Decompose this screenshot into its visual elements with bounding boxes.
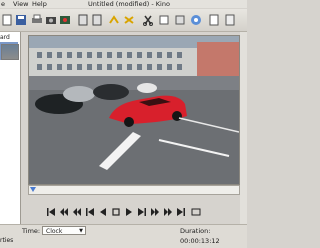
- chevron-down-icon: ▼: [79, 228, 83, 234]
- new-document-icon[interactable]: [1, 14, 13, 26]
- menu-view[interactable]: View: [13, 0, 28, 8]
- zoom-icon[interactable]: [158, 14, 170, 26]
- right-panel-edge: [240, 32, 247, 226]
- play-icon[interactable]: [124, 206, 134, 218]
- next-scene-icon[interactable]: [163, 206, 173, 218]
- storyboard-label: ard: [0, 34, 10, 41]
- step-forward-icon[interactable]: [137, 206, 147, 218]
- time-label: Time:: [22, 227, 41, 235]
- stop-icon[interactable]: [111, 206, 121, 218]
- rewind-icon[interactable]: [72, 206, 82, 218]
- prefs-icon[interactable]: [208, 14, 220, 26]
- record-icon[interactable]: [59, 14, 71, 26]
- paste-icon[interactable]: [142, 14, 154, 26]
- video-frame-image: [29, 36, 240, 184]
- menu-help[interactable]: Help: [32, 0, 47, 8]
- storyboard-panel: [0, 32, 21, 226]
- time-format-value: Clock: [46, 228, 63, 235]
- go-end-icon[interactable]: [176, 206, 186, 218]
- settings-icon[interactable]: [174, 14, 186, 26]
- scrubber-handle-icon[interactable]: [29, 186, 239, 194]
- info-icon[interactable]: [224, 14, 236, 26]
- menu-file[interactable]: e: [1, 0, 5, 8]
- duration-readout: Duration: 00:00:13:12: [180, 227, 220, 245]
- toolbar: [0, 9, 247, 32]
- clip-thumbnail[interactable]: [1, 44, 19, 60]
- copy-icon[interactable]: [123, 14, 135, 26]
- time-format-select[interactable]: Clock ▼: [42, 226, 86, 235]
- print-icon[interactable]: [31, 14, 43, 26]
- video-preview[interactable]: [28, 35, 240, 185]
- menu-bar: e View Help Untitled (modified) - Kino: [0, 0, 247, 8]
- redo-icon[interactable]: [91, 14, 103, 26]
- timeline-scrubber[interactable]: [28, 185, 240, 195]
- undo-icon[interactable]: [77, 14, 89, 26]
- properties-label: rties: [0, 237, 14, 244]
- transport-controls: [28, 206, 240, 220]
- window-title: Untitled (modified) - Kino: [88, 0, 170, 8]
- save-icon[interactable]: [15, 14, 27, 26]
- play-back-icon[interactable]: [98, 206, 108, 218]
- step-back-icon[interactable]: [85, 206, 95, 218]
- cut-icon[interactable]: [108, 14, 120, 26]
- prev-scene-icon[interactable]: [59, 206, 69, 218]
- go-start-icon[interactable]: [46, 206, 56, 218]
- camera-icon[interactable]: [45, 14, 57, 26]
- fast-forward-icon[interactable]: [150, 206, 160, 218]
- globe-icon[interactable]: [190, 14, 202, 26]
- extra-control-icon[interactable]: [191, 206, 201, 218]
